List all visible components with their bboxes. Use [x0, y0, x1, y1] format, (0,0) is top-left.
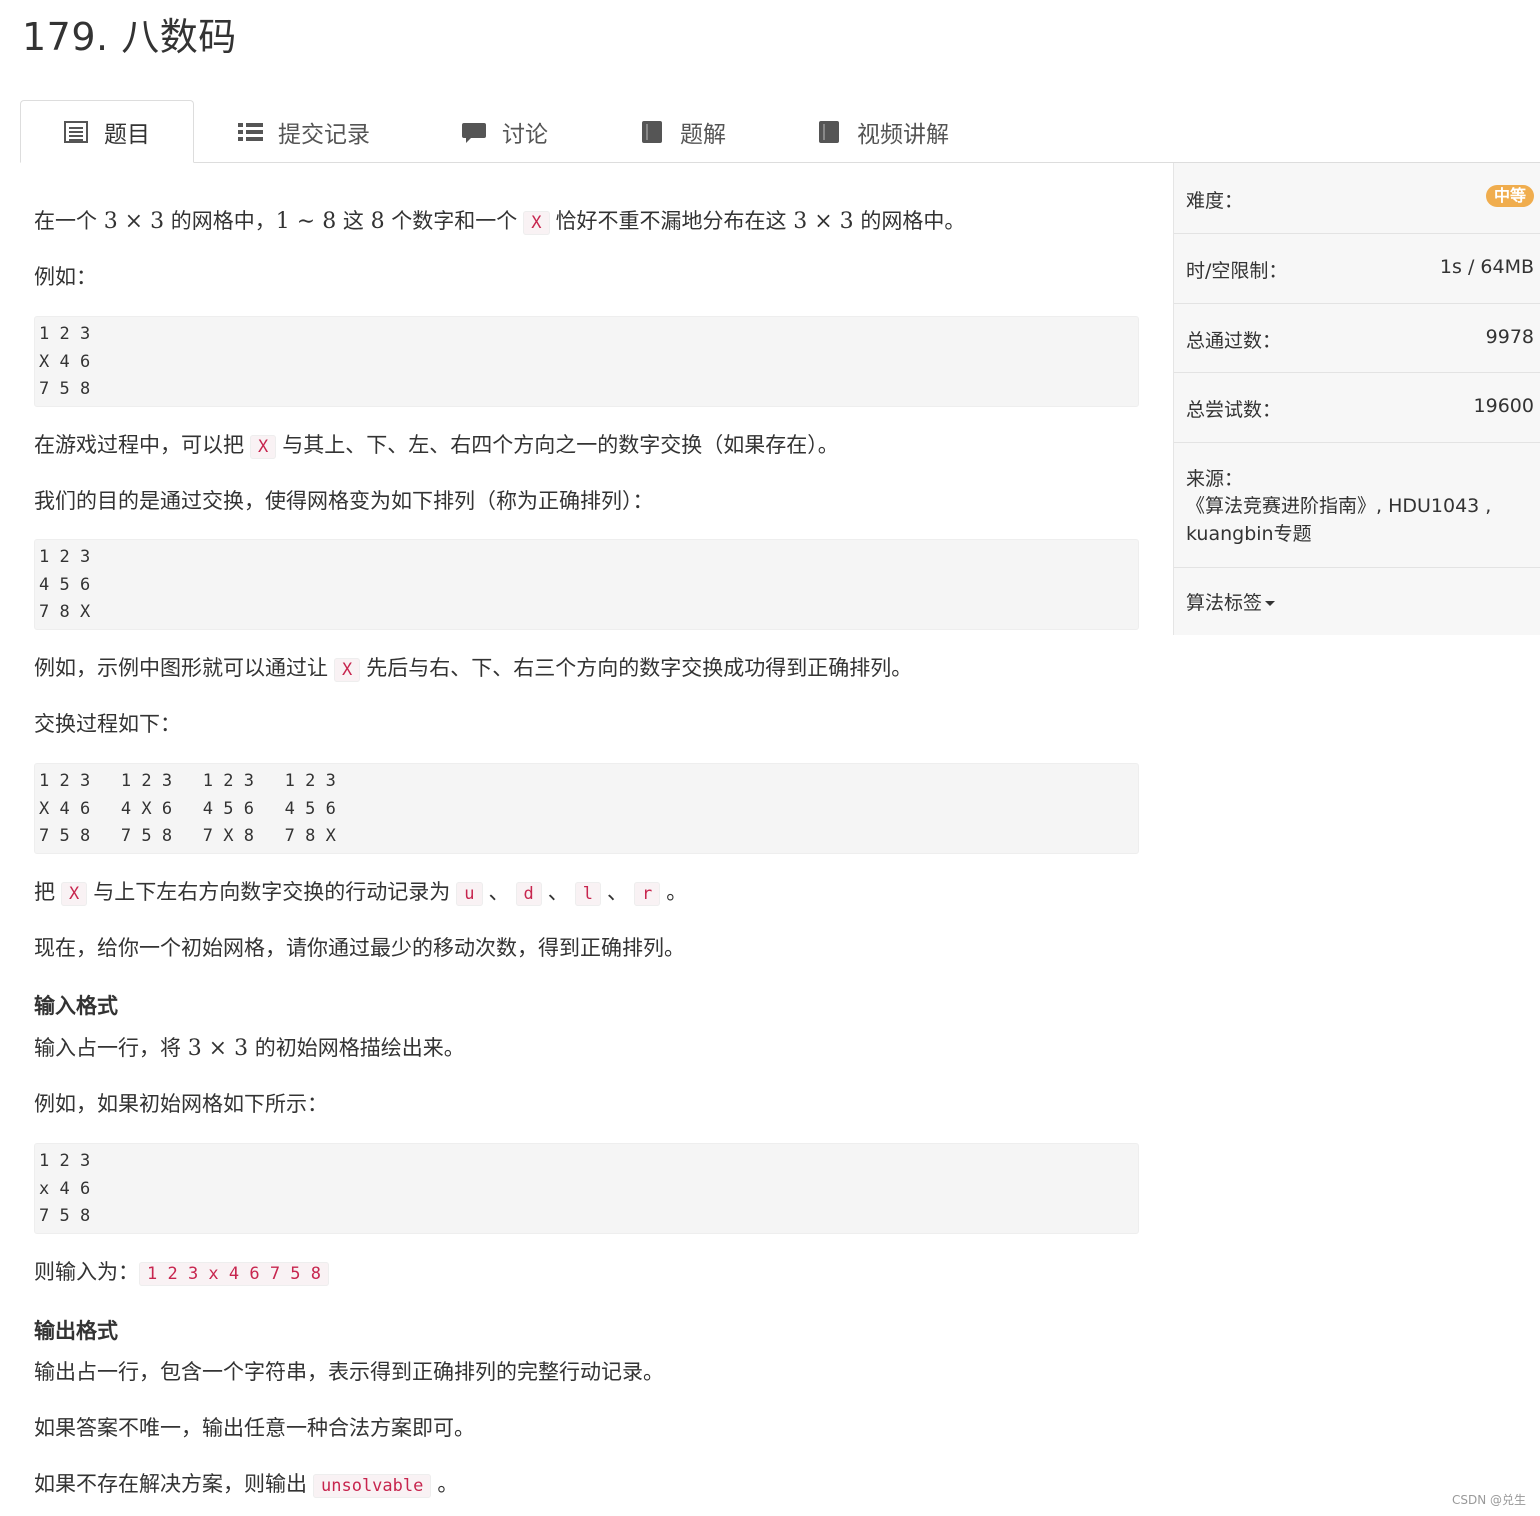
inline-code: d — [515, 882, 542, 906]
source-text: kuangbin专题 — [1186, 523, 1312, 545]
statement-paragraph: 例如，示例中图形就可以通过让 X 先后与右、下、右三个方向的数字交换成功得到正确排列… — [34, 653, 912, 685]
statement-paragraph: 则输入为： 1 2 3 x 4 6 7 5 8 — [34, 1257, 335, 1289]
text: 与上下左右方向数字交换的行动记录为 — [93, 880, 451, 904]
tab-label: 题目 — [104, 121, 150, 148]
text: 的初始网格描绘出来。 — [254, 1036, 465, 1060]
text: 输入占一行，将 — [34, 1036, 181, 1060]
text: 则输入为： — [34, 1260, 139, 1284]
difficulty-row: 难度： 中等 — [1174, 163, 1540, 234]
comment-icon — [462, 121, 486, 143]
math: 8 — [370, 209, 385, 234]
inline-code: X — [61, 882, 88, 906]
statement-paragraph: 把 X 与上下左右方向数字交换的行动记录为 u、 d、 l、 r。 — [34, 877, 687, 909]
section-heading: 输入格式 — [34, 994, 118, 1018]
inline-code: u — [456, 882, 483, 906]
statement-paragraph: 我们的目的是通过交换，使得网格变为如下排列（称为正确排列）： — [34, 489, 654, 513]
limit-row: 时/空限制： 1s / 64MB — [1174, 234, 1540, 304]
tab-label: 提交记录 — [278, 121, 370, 148]
math: 1 ∼ 8 — [275, 209, 337, 234]
caret-down-icon — [1265, 601, 1276, 606]
code-block: 1 2 3 1 2 3 1 2 3 1 2 3 X 4 6 4 X 6 4 5 … — [34, 763, 1139, 854]
statement-paragraph: 在一个 3 × 3 的网格中，1 ∼ 8 这 8 个数字和一个 X 恰好不重不漏地分… — [34, 206, 965, 238]
text: 先后与右、下、右三个方向的数字交换成功得到正确排列。 — [366, 656, 913, 680]
passed-row: 总通过数： 9978 — [1174, 304, 1540, 373]
tab-label: 题解 — [680, 121, 726, 148]
text: 这 — [342, 209, 364, 233]
text: 、 — [488, 880, 510, 904]
tried-label: 总尝试数： — [1186, 399, 1282, 421]
text: 、 — [607, 880, 628, 904]
book-icon — [640, 120, 664, 143]
text: 把 — [34, 880, 55, 904]
statement-paragraph: 现在，给你一个初始网格，请你通过最少的移动次数，得到正确排列。 — [34, 936, 685, 960]
inline-code: unsolvable — [313, 1474, 432, 1498]
statement-paragraph: 输入占一行，将 3 × 3 的初始网格描绘出来。 — [34, 1033, 465, 1064]
text: 例如，示例中图形就可以通过让 — [34, 656, 328, 680]
limit-value: 1s / 64MB — [1439, 256, 1534, 278]
code-block: 1 2 3 X 4 6 7 5 8 — [34, 316, 1139, 407]
source-text: 《算法竞赛进阶指南》, HDU1043 , — [1186, 495, 1492, 517]
difficulty-label: 难度： — [1186, 190, 1244, 212]
tab-discussion[interactable]: 讨论 — [462, 100, 548, 163]
page-title: 179. 八数码 — [22, 15, 237, 59]
text: 在一个 — [34, 209, 97, 233]
text: 、 — [547, 880, 569, 904]
statement-paragraph: 例如： — [34, 265, 97, 289]
tab-problem[interactable]: 题目 — [20, 100, 194, 163]
problem-info-panel: 难度： 中等 时/空限制： 1s / 64MB 总通过数： 9978 总尝试数：… — [1173, 163, 1540, 635]
text: 的网格中， — [170, 209, 276, 233]
statement-paragraph: 交换过程如下： — [34, 712, 181, 736]
statement-paragraph: 例如，如果初始网格如下所示： — [34, 1092, 328, 1116]
text: 个数字和一个 — [391, 209, 518, 233]
text: 的网格中。 — [860, 209, 966, 233]
section-heading: 输出格式 — [34, 1319, 118, 1343]
tab-label: 视频讲解 — [857, 121, 949, 148]
inline-code: X — [523, 211, 550, 235]
tab-submissions[interactable]: 提交记录 — [238, 100, 370, 163]
text: 。 — [666, 880, 688, 904]
text: 如果不存在解决方案，则输出 — [34, 1472, 307, 1496]
code-block: 1 2 3 x 4 6 7 5 8 — [34, 1143, 1139, 1234]
limit-label: 时/空限制： — [1186, 260, 1288, 282]
statement-paragraph: 输出占一行，包含一个字符串，表示得到正确排列的完整行动记录。 — [34, 1360, 664, 1384]
tried-row: 总尝试数： 19600 — [1174, 373, 1540, 443]
source-label: 来源： — [1186, 468, 1244, 490]
difficulty-badge: 中等 — [1485, 185, 1534, 207]
inline-code: 1 2 3 x 4 6 7 5 8 — [139, 1262, 329, 1286]
tried-value: 19600 — [1473, 395, 1534, 417]
inline-code: X — [250, 435, 277, 459]
tab-solutions[interactable]: 题解 — [640, 100, 726, 163]
text: 在游戏过程中，可以把 — [34, 433, 244, 457]
math: 3 × 3 — [793, 209, 854, 234]
tab-label: 讨论 — [502, 121, 548, 148]
source-row: 来源： 《算法竞赛进阶指南》, HDU1043 , kuangbin专题 — [1174, 443, 1540, 568]
passed-label: 总通过数： — [1186, 330, 1282, 352]
book-icon — [817, 120, 841, 143]
inline-code: l — [574, 882, 601, 906]
statement-paragraph: 如果不存在解决方案，则输出 unsolvable。 — [34, 1469, 458, 1501]
statement-paragraph: 如果答案不唯一，输出任意一种合法方案即可。 — [34, 1416, 475, 1440]
tab-video[interactable]: 视频讲解 — [817, 100, 949, 163]
algorithm-tags-dropdown[interactable]: 算法标签 — [1186, 588, 1276, 615]
math: 3 × 3 — [103, 209, 165, 234]
text: 与其上、下、左、右四个方向之一的数字交换（如果存在）。 — [282, 433, 839, 457]
watermark: CSDN @兑生 — [1451, 1493, 1526, 1507]
inline-code: X — [334, 658, 361, 682]
code-block: 1 2 3 4 5 6 7 8 X — [34, 539, 1139, 630]
inline-code: r — [634, 882, 661, 906]
math: 3 × 3 — [187, 1036, 249, 1061]
problem-tabs: 题目 提交记录 讨论 题解 视频讲解 — [20, 100, 1540, 163]
document-icon — [64, 120, 88, 143]
passed-value: 9978 — [1485, 326, 1534, 348]
list-icon — [238, 121, 263, 143]
statement-paragraph: 在游戏过程中，可以把 X 与其上、下、左、右四个方向之一的数字交换（如果存在）。 — [34, 430, 839, 462]
algorithm-tags-label: 算法标签 — [1186, 592, 1263, 614]
text: 恰好不重不漏地分布在这 — [555, 209, 787, 233]
text: 。 — [437, 1472, 459, 1496]
